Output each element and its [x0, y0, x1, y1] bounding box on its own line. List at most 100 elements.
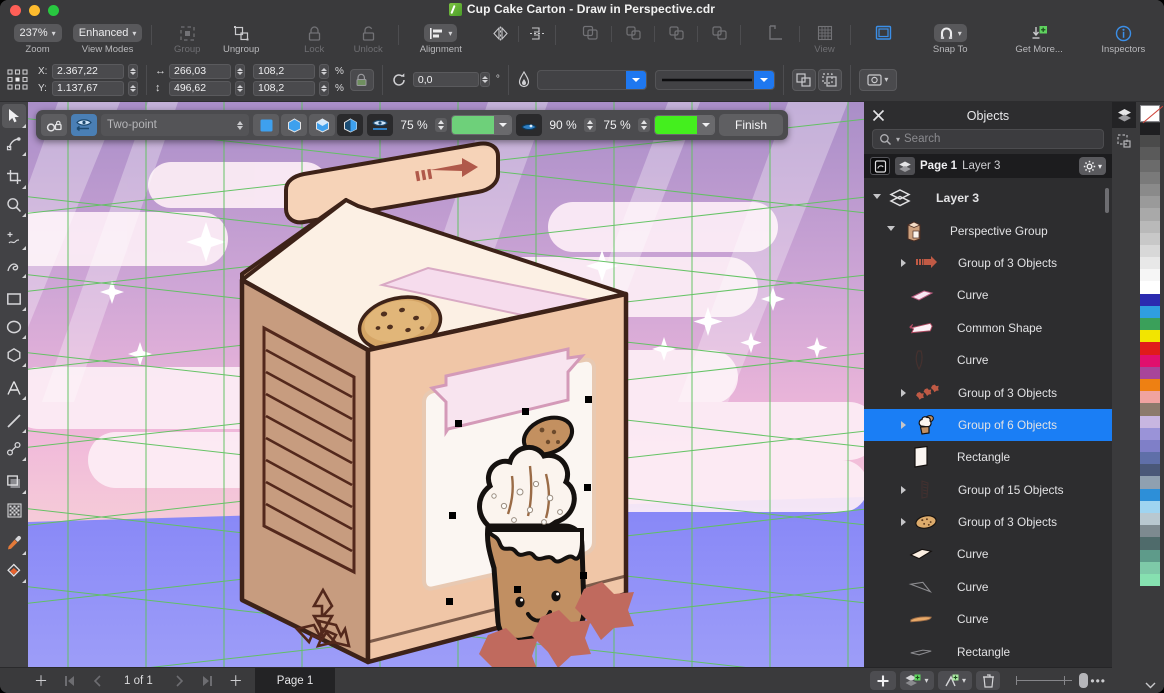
- palette-swatch-18[interactable]: [1140, 342, 1160, 354]
- text-tool[interactable]: [0, 374, 28, 402]
- grid-icon[interactable]: [812, 23, 838, 43]
- tree-row-layer3[interactable]: Layer 3: [864, 182, 1112, 214]
- flyout-arrow-icon[interactable]: [22, 335, 26, 339]
- flyout-arrow-icon[interactable]: [22, 213, 26, 217]
- freehand-tool[interactable]: [0, 224, 28, 252]
- outline-width-dropdown[interactable]: [537, 70, 647, 90]
- tree-row-perspective-group[interactable]: Perspective Group: [864, 214, 1112, 246]
- chevron-down-icon[interactable]: [494, 116, 511, 134]
- palette-swatch-1[interactable]: [1140, 135, 1160, 147]
- palette-swatch-17[interactable]: [1140, 330, 1160, 342]
- trim-icon[interactable]: [818, 69, 842, 91]
- tree-row-curve-triangle[interactable]: Curve: [864, 571, 1112, 603]
- rotate-input[interactable]: 0,0: [413, 72, 479, 87]
- toolbar-bring-to-front[interactable]: .: [572, 20, 608, 58]
- chevron-down-icon[interactable]: [1140, 679, 1160, 691]
- ellipse-tool[interactable]: [0, 313, 28, 341]
- chevron-down-icon[interactable]: [754, 71, 774, 89]
- weld-icon[interactable]: [792, 69, 816, 91]
- palette-swatch-29[interactable]: [1140, 476, 1160, 488]
- grid-opacity-2-stepper[interactable]: [638, 118, 650, 132]
- palette-swatch-22[interactable]: [1140, 391, 1160, 403]
- scale-y-stepper[interactable]: [319, 81, 329, 96]
- unlock-icon[interactable]: [355, 23, 381, 43]
- palette-swatch-30[interactable]: [1140, 489, 1160, 501]
- plane-left-icon[interactable]: [281, 114, 307, 136]
- palette-swatch-21[interactable]: [1140, 379, 1160, 391]
- objects-tree[interactable]: Layer 3 Perspective Group: [864, 182, 1112, 667]
- search-input[interactable]: ▾ Search: [872, 129, 1104, 149]
- toolbar-lock[interactable]: Lock: [287, 20, 341, 58]
- rectangle-tool[interactable]: [0, 285, 28, 313]
- flyout-arrow-icon[interactable]: [22, 307, 26, 311]
- palette-swatch-20[interactable]: [1140, 367, 1160, 379]
- palette-swatch-26[interactable]: [1140, 440, 1160, 452]
- toolbar-grid[interactable]: View: [803, 20, 847, 58]
- flyout-arrow-icon[interactable]: [22, 457, 26, 461]
- palette-swatch-6[interactable]: [1140, 196, 1160, 208]
- plane-right-icon[interactable]: [337, 114, 363, 136]
- grid-visibility-icon[interactable]: [516, 114, 542, 136]
- chevron-right-icon[interactable]: [898, 518, 908, 526]
- width-stepper[interactable]: [235, 64, 245, 79]
- palette-swatch-16[interactable]: [1140, 318, 1160, 330]
- last-page-button[interactable]: [195, 669, 221, 693]
- flyout-arrow-icon[interactable]: [22, 579, 26, 583]
- toolbar-ungroup[interactable]: Ungroup: [214, 20, 268, 58]
- palette-swatch-12[interactable]: [1140, 269, 1160, 281]
- no-color-swatch[interactable]: [1140, 105, 1160, 122]
- toolbar-snap-to[interactable]: ▾ Snap To: [918, 20, 982, 58]
- grid-opacity-1-value[interactable]: 90 %: [546, 118, 580, 132]
- gear-icon[interactable]: ▾: [1079, 157, 1106, 175]
- palette-swatch-37[interactable]: [1140, 574, 1160, 586]
- toolbar-to-back[interactable]: .: [701, 20, 737, 58]
- palette-swatch-31[interactable]: [1140, 501, 1160, 513]
- y-input[interactable]: 1.137,67: [52, 81, 124, 96]
- get-more-icon[interactable]: [1026, 23, 1052, 43]
- objects-scrollbar[interactable]: [1105, 188, 1109, 213]
- forward-one-icon[interactable]: [620, 23, 646, 43]
- toolbar-zoom[interactable]: 237% ▾ Zoom: [8, 20, 68, 58]
- plane-top-icon[interactable]: [309, 114, 335, 136]
- chevron-down-icon[interactable]: [886, 226, 896, 235]
- rotate-stepper[interactable]: [480, 72, 490, 87]
- palette-swatch-10[interactable]: [1140, 245, 1160, 257]
- perspective-lock-icon[interactable]: [41, 114, 67, 136]
- grid-color-swatch[interactable]: [654, 115, 715, 135]
- flyout-arrow-icon[interactable]: [22, 185, 26, 189]
- page-tab-page1[interactable]: Page 1: [255, 668, 335, 693]
- width-input[interactable]: 266,03: [169, 64, 231, 79]
- rulers-icon[interactable]: [763, 23, 789, 43]
- polygon-tool[interactable]: [0, 341, 28, 369]
- bring-to-front-icon[interactable]: [577, 23, 603, 43]
- toolbar-group[interactable]: Group: [160, 20, 214, 58]
- field-visibility-icon[interactable]: [367, 114, 393, 136]
- palette-swatch-7[interactable]: [1140, 208, 1160, 220]
- palette-swatch-9[interactable]: [1140, 233, 1160, 245]
- next-page-button[interactable]: [167, 669, 193, 693]
- height-stepper[interactable]: [235, 81, 245, 96]
- palette-swatch-2[interactable]: [1140, 147, 1160, 159]
- page-layout-icon[interactable]: [871, 23, 897, 43]
- interactive-fill-tool[interactable]: [0, 557, 28, 585]
- field-opacity-stepper[interactable]: [435, 118, 447, 132]
- tree-row-common-shape[interactable]: Common Shape: [864, 312, 1112, 344]
- tree-row-curve-panel[interactable]: Curve: [864, 538, 1112, 570]
- perspective-visibility-icon[interactable]: [71, 114, 97, 136]
- flyout-arrow-icon[interactable]: [22, 152, 26, 156]
- toolbar-view-modes[interactable]: Enhanced ▾ View Modes: [68, 20, 148, 58]
- artistic-media-tool[interactable]: [0, 252, 28, 280]
- prev-page-button[interactable]: [84, 669, 110, 693]
- palette-swatch-3[interactable]: [1140, 160, 1160, 172]
- lock-icon[interactable]: [301, 23, 327, 43]
- connector-tool[interactable]: [0, 435, 28, 463]
- chevron-right-icon[interactable]: [898, 421, 908, 429]
- more-options-icon[interactable]: •••: [1090, 674, 1106, 688]
- palette-swatch-35[interactable]: [1140, 550, 1160, 562]
- perspective-type-select[interactable]: Two-point: [101, 114, 249, 136]
- flyout-arrow-icon[interactable]: [22, 490, 26, 494]
- color-eyedropper-tool[interactable]: [0, 529, 28, 557]
- chevron-right-icon[interactable]: [898, 259, 908, 267]
- tree-row-rectangle-white[interactable]: Rectangle: [864, 441, 1112, 473]
- tree-row-curve-bar[interactable]: Curve: [864, 603, 1112, 635]
